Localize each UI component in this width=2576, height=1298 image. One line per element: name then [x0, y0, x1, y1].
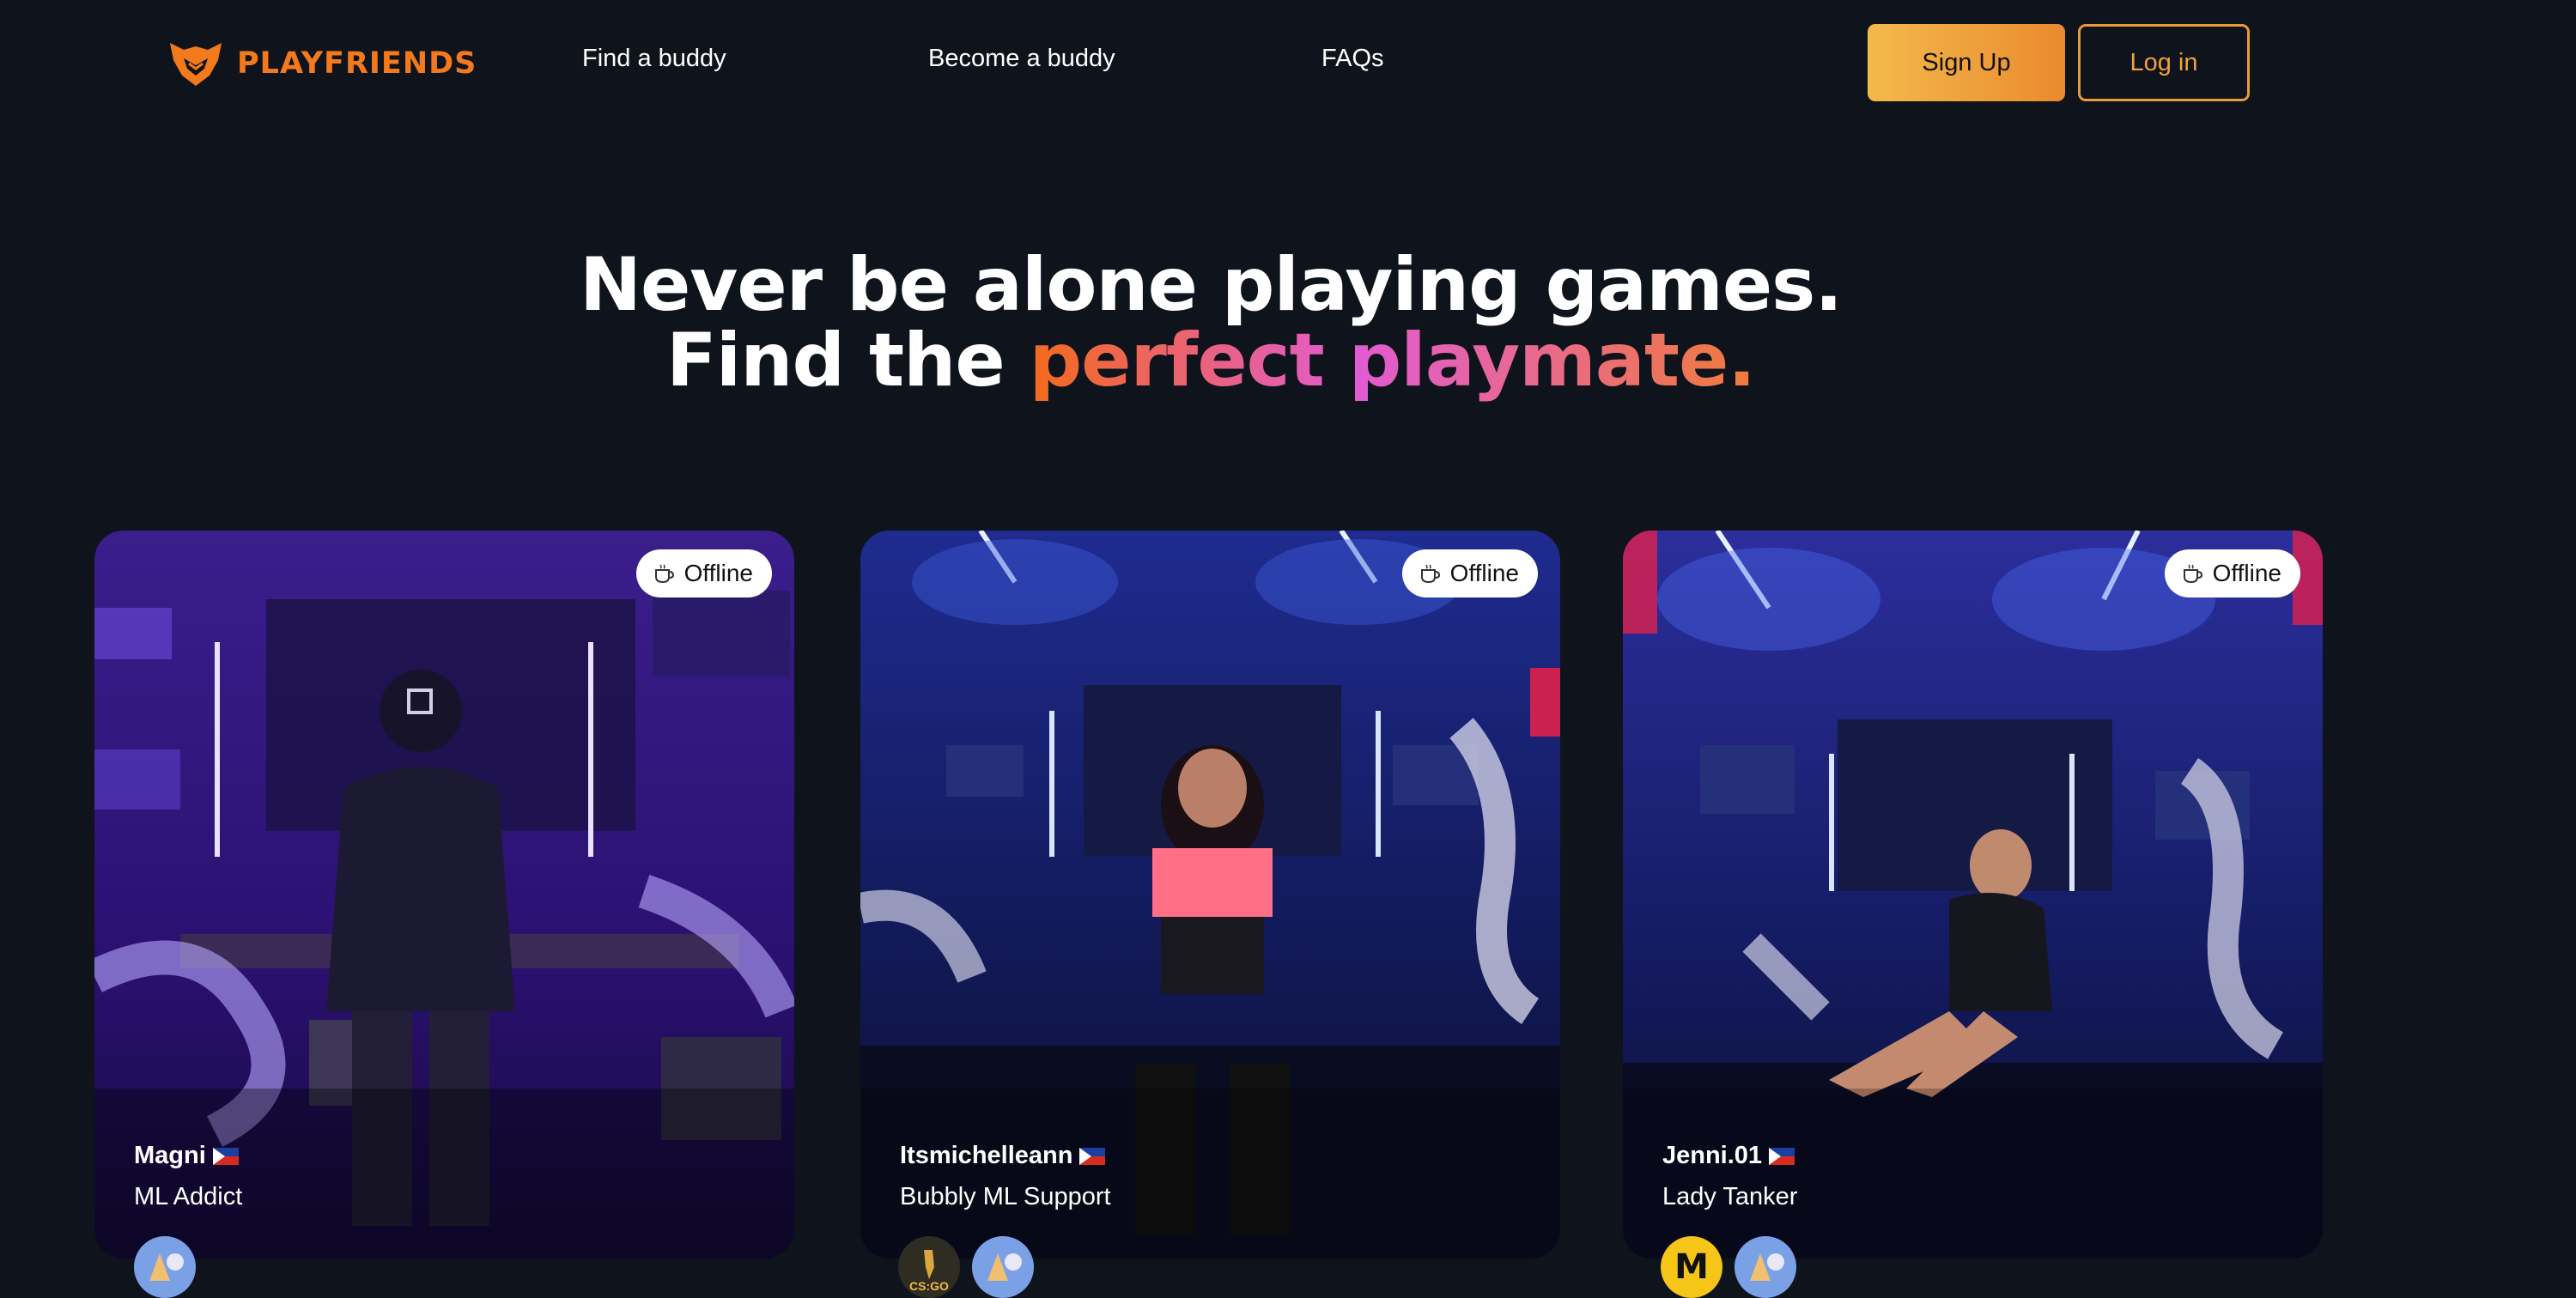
buddy-name: Jenni.01 [1662, 1142, 1795, 1170]
status-badge: Offline [1401, 549, 1538, 597]
brand-name: PLAYFRIENDS [237, 46, 477, 81]
sign-up-button[interactable]: Sign Up [1868, 24, 2065, 101]
brand-logo[interactable]: PLAYFRIENDS [165, 34, 477, 93]
buddy-card[interactable]: Offline Magni ML Addict [94, 531, 794, 1259]
philippines-flag-icon [1079, 1147, 1106, 1165]
game-badges [134, 1236, 196, 1298]
coffee-cup-icon [654, 564, 674, 584]
nav-become-a-buddy[interactable]: Become a buddy [928, 45, 1115, 73]
mlbb-badge-icon: M [1661, 1236, 1722, 1298]
philippines-flag-icon [1769, 1147, 1795, 1165]
status-badge: Offline [2164, 549, 2300, 597]
buddy-card[interactable]: Offline Itsmichelleann Bubbly ML Support [860, 531, 1560, 1259]
csgo-icon-label: CS:GO [909, 1279, 949, 1293]
csgo-icon: CS:GO [898, 1236, 960, 1298]
mobile-legends-icon [972, 1236, 1034, 1298]
buddy-card[interactable]: Offline Jenni.01 Lady Tanker [1623, 531, 2323, 1259]
hero-line-1: Never be alone playing games. [579, 242, 1843, 328]
top-navigation-bar: PLAYFRIENDS Find a buddy Become a buddy … [0, 0, 2576, 129]
log-in-button[interactable]: Log in [2078, 24, 2250, 101]
status-badge: Offline [635, 549, 772, 597]
buddy-tagline: Bubbly ML Support [900, 1183, 1111, 1210]
buddy-tagline: ML Addict [134, 1183, 243, 1210]
hero-line-2-prefix: Find the [666, 318, 1005, 403]
hero-accent-text: perfect playmate. [1029, 318, 1756, 403]
coffee-cup-icon [1420, 564, 1440, 584]
game-badges: CS:GO [898, 1236, 1034, 1298]
mobile-legends-icon [134, 1236, 196, 1298]
game-badges: M [1661, 1236, 1796, 1298]
buddy-name-text: Magni [134, 1142, 206, 1169]
coffee-cup-icon [2183, 564, 2202, 584]
hero-headline: Never be alone playing games. Find the p… [0, 247, 2421, 398]
buddy-tagline: Lady Tanker [1662, 1183, 1798, 1210]
buddy-name: Magni [134, 1142, 239, 1170]
nav-find-a-buddy[interactable]: Find a buddy [582, 45, 726, 73]
status-label: Offline [2212, 560, 2281, 586]
nav-faqs[interactable]: FAQs [1321, 45, 1384, 73]
buddy-name-text: Itsmichelleann [900, 1142, 1073, 1169]
buddy-name: Itsmichelleann [900, 1142, 1106, 1170]
mlbb-badge-letter: M [1674, 1247, 1709, 1287]
philippines-flag-icon [212, 1147, 239, 1165]
status-label: Offline [683, 560, 753, 586]
hero-line-2: Find the perfect playmate. [0, 323, 2421, 398]
buddy-name-text: Jenni.01 [1662, 1142, 1763, 1169]
mobile-legends-icon [1735, 1236, 1796, 1298]
status-label: Offline [1449, 560, 1519, 586]
fox-logo-icon [170, 43, 222, 86]
